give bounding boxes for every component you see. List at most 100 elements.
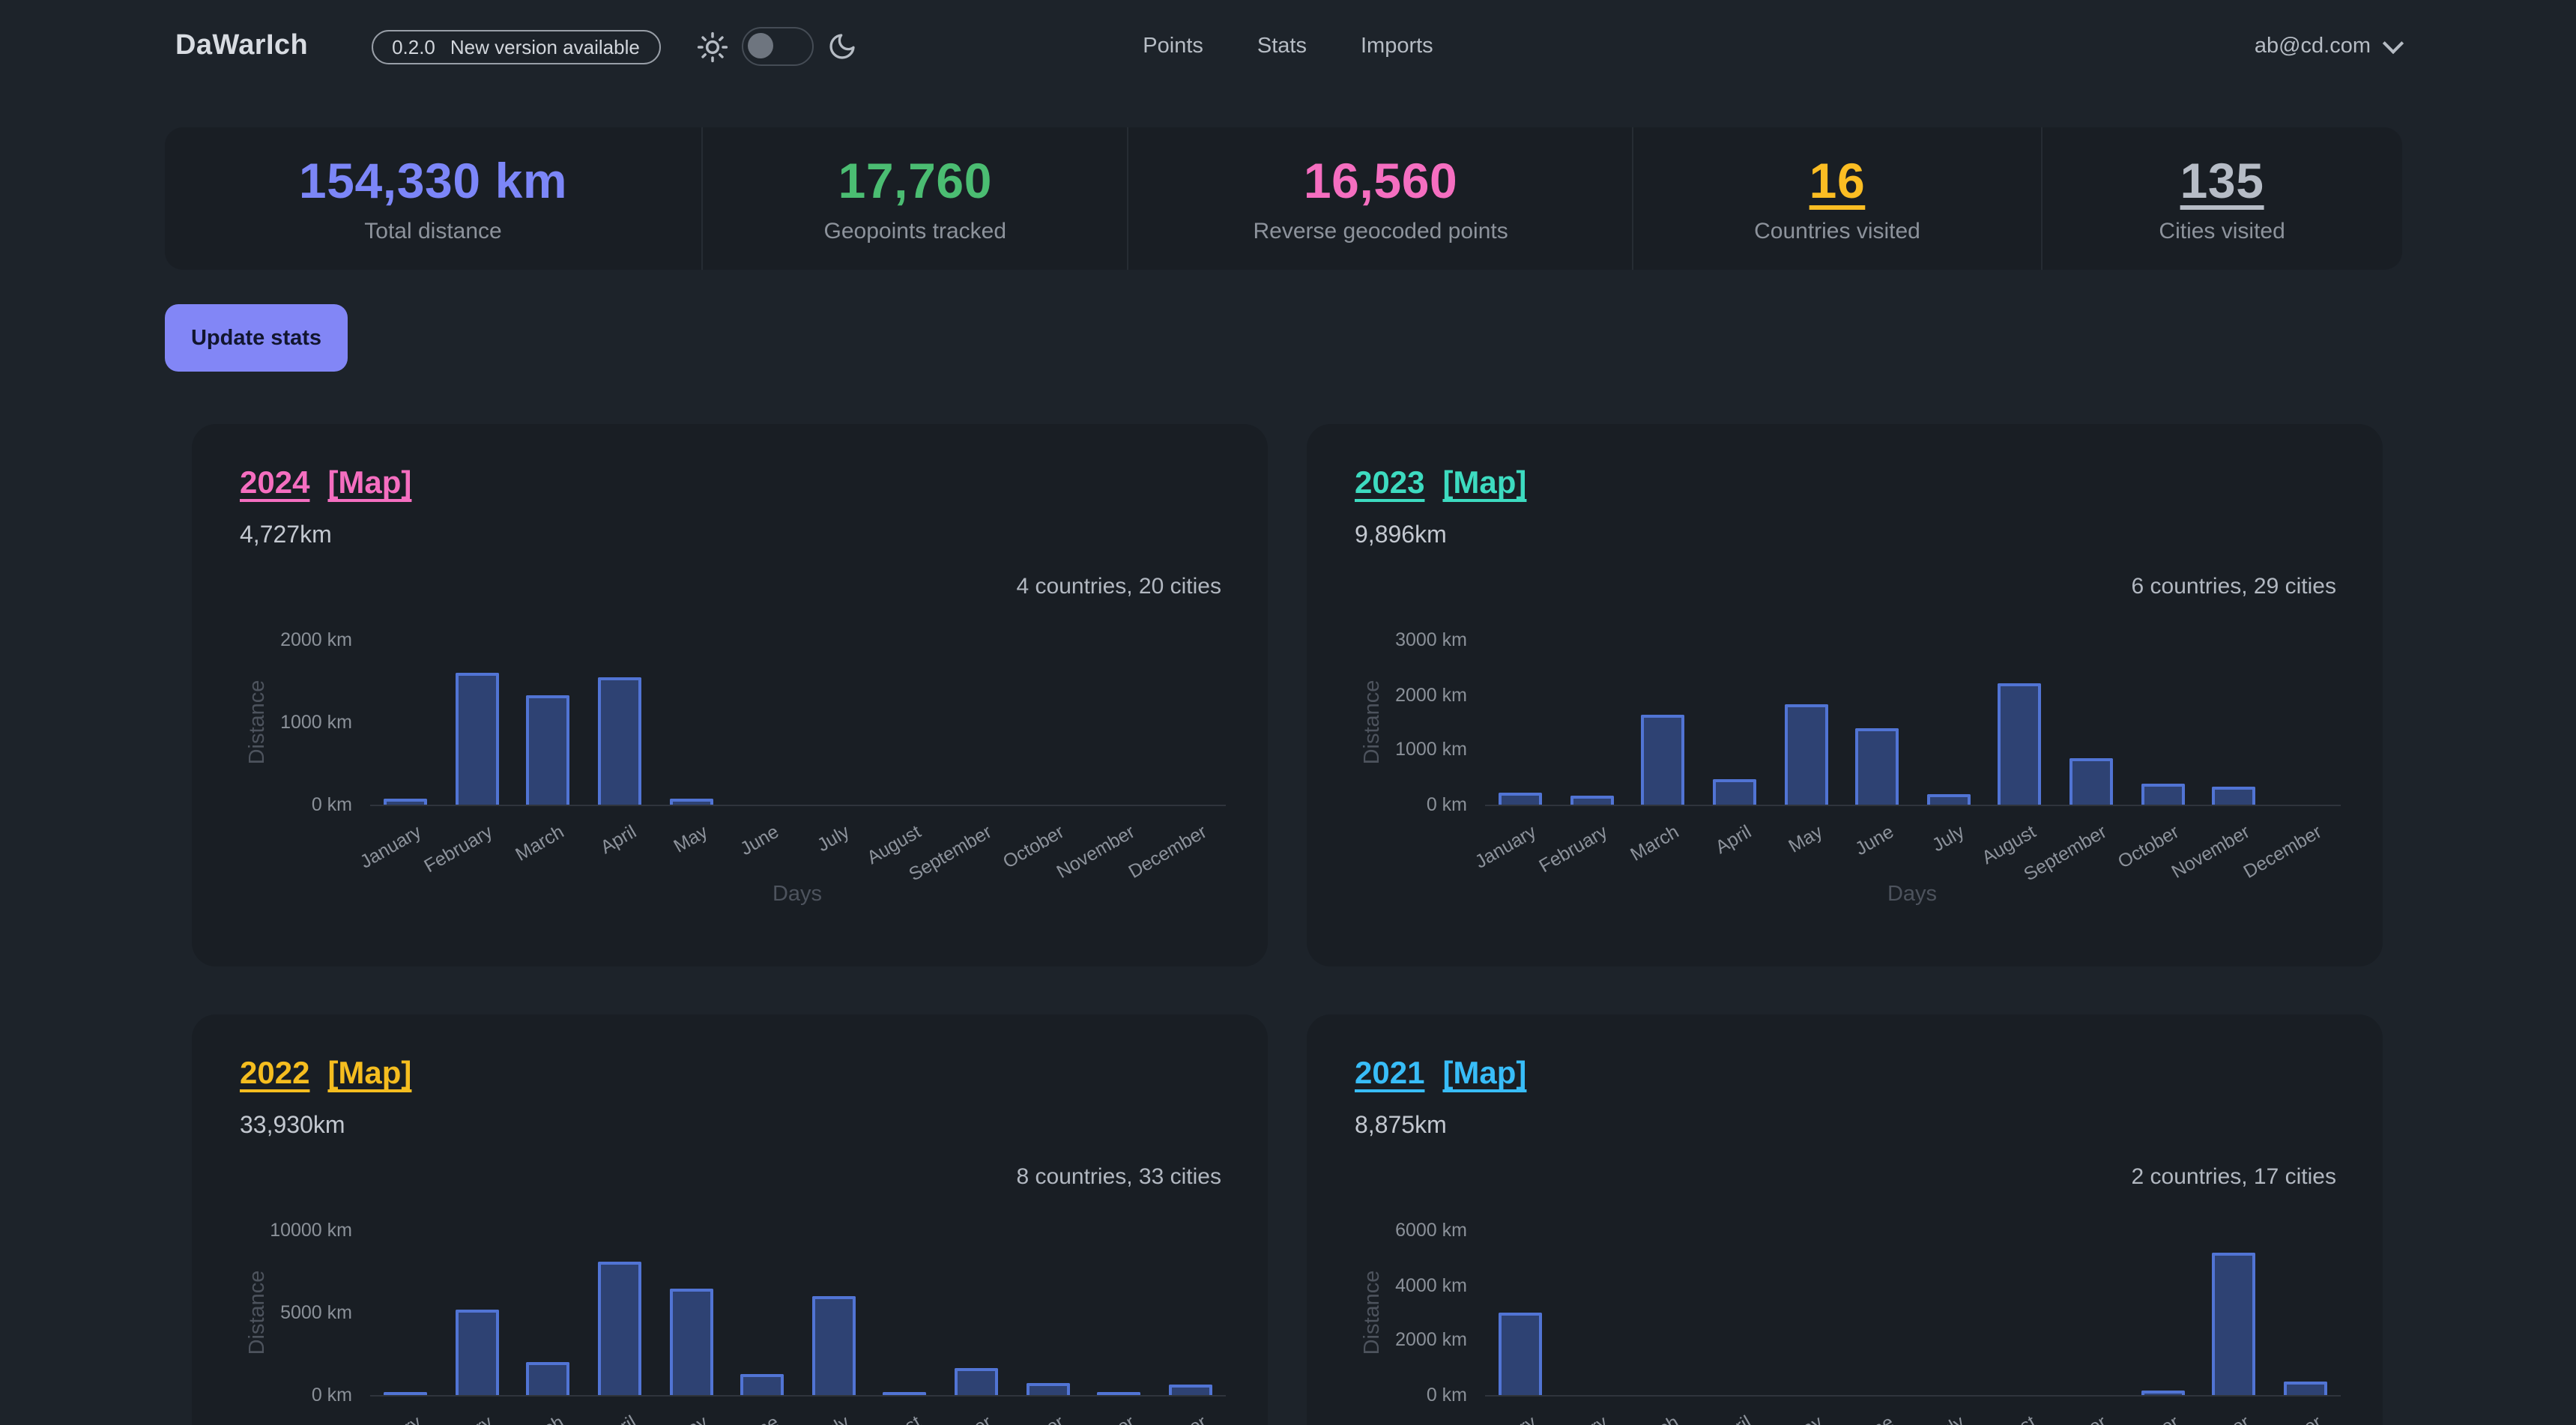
user-menu[interactable]: ab@cd.com (1433, 34, 2401, 58)
bar-chart-plot (1485, 1230, 2341, 1397)
bar-january (384, 799, 428, 805)
y-axis-tick: 0 km (198, 1385, 352, 1406)
year-map-link[interactable]: [Map] (1442, 1056, 1526, 1092)
year-card: 2023 [Map] 9,896km 6 countries, 29 citie… (1307, 424, 2383, 966)
summary-stat: 17,760 Geopoints tracked (703, 127, 1128, 270)
bar-march (527, 1362, 570, 1395)
bar-may (669, 799, 713, 805)
main-nav: Points Stats Imports (1143, 34, 1433, 58)
y-axis-tick: 3000 km (1313, 629, 1467, 650)
bar-october (2141, 1391, 2184, 1395)
x-axis-tick: June (736, 821, 781, 859)
top-navbar: DaWarIch 0.2.0 New version available (0, 0, 2576, 93)
nav-stats[interactable]: Stats (1257, 34, 1307, 58)
year-countries-cities: 2 countries, 17 cities (2132, 1164, 2337, 1190)
version-message: New version available (450, 35, 640, 58)
bar-december (2283, 1382, 2326, 1395)
bar-chart-plot (370, 640, 1226, 806)
year-card: 2024 [Map] 4,727km 4 countries, 20 citie… (192, 424, 1268, 966)
bar-april (1713, 779, 1756, 805)
bar-april (598, 1262, 641, 1395)
bar-june (1855, 728, 1899, 805)
year-link[interactable]: 2023 (1355, 466, 1424, 502)
x-axis-tick: January (357, 1412, 426, 1425)
x-axis-tick: December (1125, 1412, 1210, 1425)
bar-march (1642, 715, 1685, 805)
x-axis-tick: November (1053, 1412, 1138, 1425)
y-axis-tick: 2000 km (1313, 684, 1467, 705)
x-axis-tick: April (1711, 821, 1754, 858)
bar-november (1097, 1392, 1140, 1395)
x-axis-tick: July (1929, 821, 1968, 856)
y-axis-tick: 5000 km (198, 1302, 352, 1323)
nav-imports[interactable]: Imports (1361, 34, 1433, 58)
summary-stat: 16,560 Reverse geocoded points (1129, 127, 1634, 270)
update-stats-button[interactable]: Update stats (165, 304, 348, 372)
stat-label: Geopoints tracked (824, 219, 1007, 244)
bar-march (527, 695, 570, 805)
stat-value[interactable]: 135 (2180, 153, 2264, 210)
summary-stats-strip: 154,330 kmTotal distance17,760Geopoints … (165, 127, 2402, 270)
bar-february (1570, 796, 1614, 805)
year-distance: 9,896km (1355, 523, 1447, 550)
bar-july (812, 1296, 856, 1395)
year-map-link[interactable]: [Map] (327, 1056, 411, 1092)
x-axis-labels: JanuaryFebruaryMarchAprilMayJuneJulyAugu… (370, 1397, 1226, 1425)
bar-november (2212, 787, 2255, 805)
bar-september (2069, 758, 2113, 805)
x-axis-tick: July (1929, 1412, 1968, 1425)
y-axis-tick: 2000 km (1313, 1330, 1467, 1351)
bar-may (669, 1289, 713, 1395)
x-axis-tick: December (1125, 821, 1210, 883)
bar-january (1499, 1313, 1543, 1395)
year-link[interactable]: 2021 (1355, 1056, 1424, 1092)
bar-december (1168, 1385, 1212, 1395)
x-axis-tick: January (1472, 821, 1541, 873)
stat-value: 17,760 (838, 153, 992, 210)
year-map-link[interactable]: [Map] (327, 466, 411, 502)
theme-toggle[interactable] (742, 27, 814, 66)
app-logo: DaWarIch (175, 30, 308, 63)
y-axis-tick: 0 km (198, 794, 352, 815)
nav-points[interactable]: Points (1143, 34, 1203, 58)
bar-may (1784, 704, 1827, 805)
y-axis-tick: 4000 km (1313, 1274, 1467, 1295)
x-axis-tick: February (421, 1412, 497, 1425)
version-badge[interactable]: 0.2.0 New version available (371, 29, 661, 64)
year-link[interactable]: 2024 (240, 466, 309, 502)
year-card: 2021 [Map] 8,875km 2 countries, 17 citie… (1307, 1014, 2383, 1425)
bar-june (740, 1374, 784, 1395)
bar-chart-plot (370, 1230, 1226, 1397)
bar-october (2141, 784, 2184, 805)
y-axis-tick: 2000 km (198, 629, 352, 650)
stat-value: 16,560 (1304, 153, 1457, 210)
x-axis-tick: February (1536, 1412, 1612, 1425)
x-axis-tick: June (1851, 821, 1896, 859)
year-distance: 8,875km (1355, 1113, 1447, 1140)
user-email: ab@cd.com (2255, 34, 2371, 58)
stat-label: Reverse geocoded points (1254, 219, 1508, 244)
x-axis-tick: August (1978, 1412, 2039, 1425)
year-link[interactable]: 2022 (240, 1056, 309, 1092)
y-axis-tick: 0 km (1313, 794, 1467, 815)
bar-april (598, 677, 641, 805)
x-axis-tick: July (814, 821, 853, 856)
moon-icon (827, 31, 857, 61)
version-number: 0.2.0 (392, 35, 435, 58)
toggle-knob (748, 33, 773, 58)
stat-value[interactable]: 16 (1809, 153, 1866, 210)
x-axis-tick: January (357, 821, 426, 873)
bar-chart-plot (1485, 640, 2341, 806)
x-axis-tick: August (863, 1412, 924, 1425)
year-countries-cities: 8 countries, 33 cities (1017, 1164, 1222, 1190)
bar-august (883, 1392, 927, 1395)
x-axis-tick: November (2168, 821, 2253, 883)
bar-january (1499, 793, 1543, 805)
bar-july (1927, 794, 1971, 805)
x-axis-tick: May (669, 1412, 710, 1425)
y-axis-tick: 6000 km (1313, 1220, 1467, 1241)
x-axis-labels: JanuaryFebruaryMarchAprilMayJuneJulyAugu… (1485, 1397, 2341, 1425)
x-axis-labels: JanuaryFebruaryMarchAprilMayJuneJulyAugu… (370, 806, 1226, 896)
y-axis-tick: 0 km (1313, 1385, 1467, 1406)
year-map-link[interactable]: [Map] (1442, 466, 1526, 502)
